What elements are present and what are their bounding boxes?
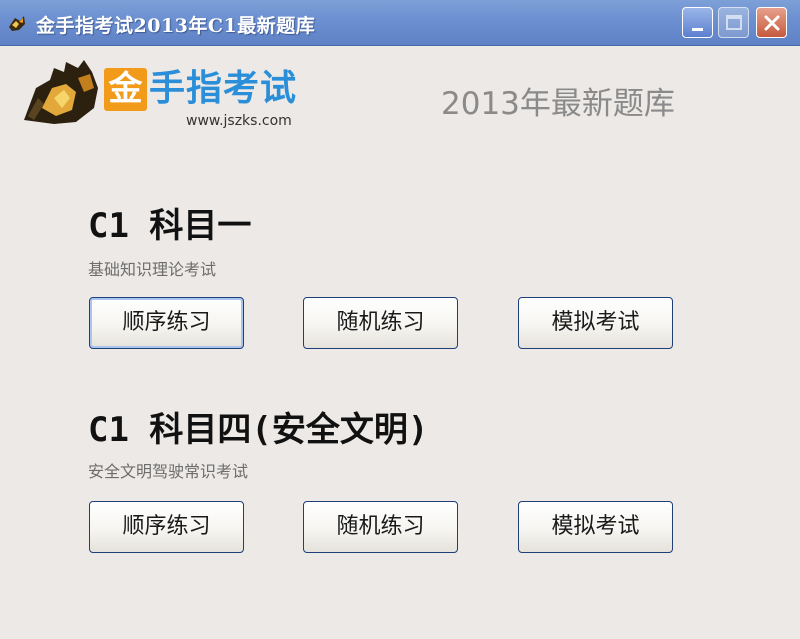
close-button[interactable] [756, 7, 787, 38]
section-title-subject-4: C1 科目四(安全文明) [88, 410, 429, 450]
section-subtitle-subject-4: 安全文明驾驶常识考试 [88, 462, 249, 481]
minimize-button[interactable] [682, 7, 713, 38]
app-logo-icon [9, 16, 25, 31]
logo-hand-icon [24, 60, 98, 124]
section-subtitle-subject-1: 基础知识理论考试 [88, 260, 217, 279]
banner-title: 2013年最新题库 [441, 86, 675, 122]
window-title: 金手指考试2013年C1最新题库 [36, 15, 316, 37]
close-icon [764, 15, 780, 31]
title-bar[interactable]: 金手指考试2013年C1最新题库 [0, 0, 800, 46]
subject1-sequential-practice-button[interactable]: 顺序练习 [89, 297, 244, 349]
section-title-subject-1: C1 科目一 [88, 206, 252, 246]
maximize-button[interactable] [718, 7, 749, 38]
logo-name: 手指考试 [149, 68, 298, 109]
maximize-icon [726, 15, 742, 30]
logo-jin-char: 金 [104, 68, 147, 111]
subject1-mock-exam-button[interactable]: 模拟考试 [518, 297, 673, 349]
subject1-random-practice-button[interactable]: 随机练习 [303, 297, 458, 349]
subject4-random-practice-button[interactable]: 随机练习 [303, 501, 458, 553]
subject4-sequential-practice-button[interactable]: 顺序练习 [89, 501, 244, 553]
logo-url: www.jszks.com [186, 113, 292, 129]
subject4-mock-exam-button[interactable]: 模拟考试 [518, 501, 673, 553]
minimize-icon [692, 28, 703, 31]
